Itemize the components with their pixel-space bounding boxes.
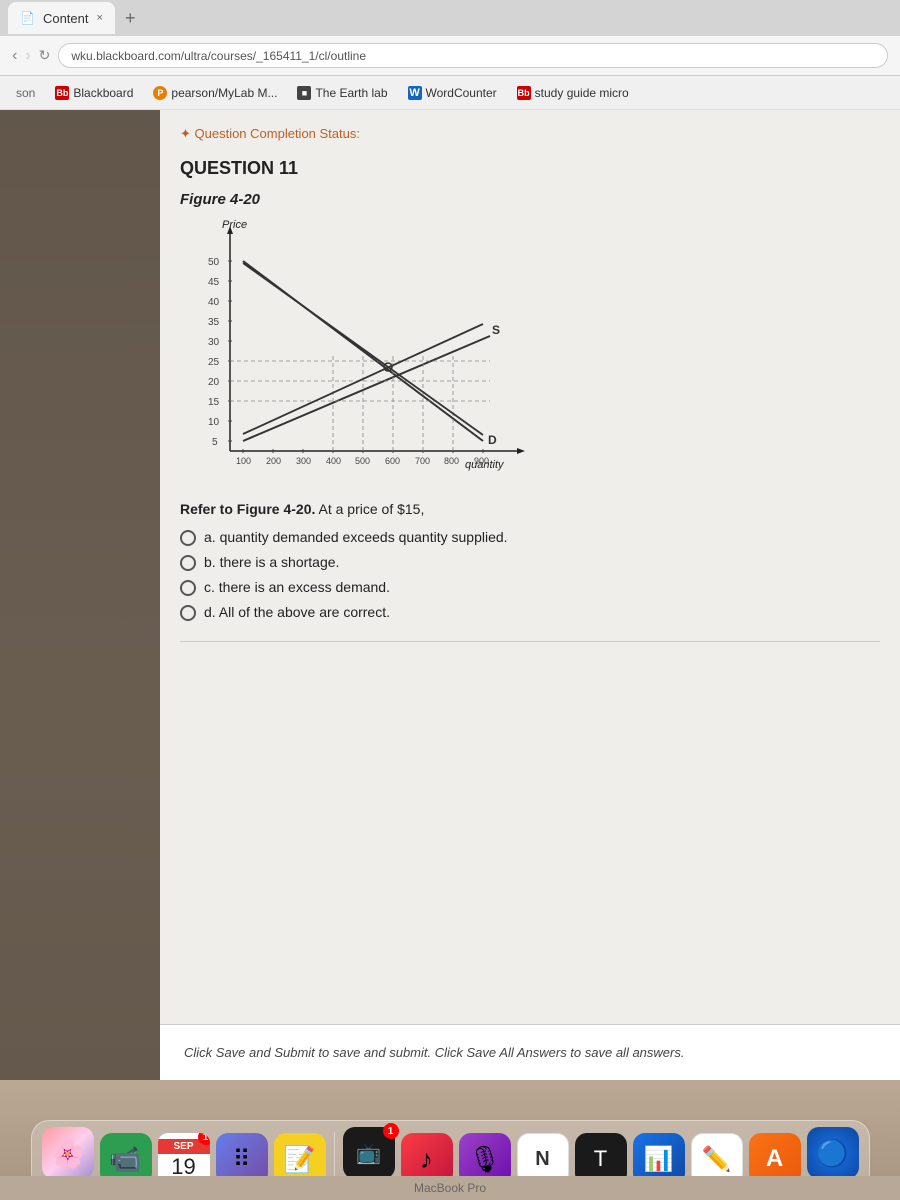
answer-option-b[interactable]: b. there is a shortage. [180,554,880,571]
bookmark-earthlab[interactable]: ■ The Earth lab [289,83,395,103]
main-panel: ✦ Question Completion Status: QUESTION 1… [160,110,900,1080]
answer-option-d[interactable]: d. All of the above are correct. [180,604,880,621]
answer-c-text: c. there is an excess demand. [204,579,390,595]
question-title: QUESTION 11 [180,158,880,179]
svg-text:700: 700 [415,456,430,466]
radio-c[interactable] [180,580,196,596]
forward-button[interactable]: › [25,47,30,65]
dock-separator [334,1132,335,1180]
active-tab[interactable]: 📄 Content × [8,2,115,34]
completion-status: ✦ Question Completion Status: [180,126,880,142]
supply-line-2 [243,324,483,434]
appletv-badge: 1 [383,1123,399,1139]
bookmark-pearson-label: pearson/MyLab M... [171,86,277,100]
submit-note-container: Click Save and Submit to save and submit… [160,1024,900,1080]
wordcounter-icon: W [408,86,422,100]
svg-text:5: 5 [212,437,218,448]
address-bar: ‹ › ↻ wku.blackboard.com/ultra/courses/_… [0,36,900,76]
bookmark-studyguide-label: study guide micro [535,86,629,100]
svg-text:600: 600 [385,456,400,466]
studyguide-icon: Bb [517,86,531,100]
bookmark-blackboard[interactable]: Bb Blackboard [47,83,141,103]
page-layout: ✦ Question Completion Status: QUESTION 1… [0,110,900,1080]
section-divider [180,641,880,642]
question-text: Refer to Figure 4-20. At a price of $15, [180,501,880,517]
s-label: S [492,323,500,337]
bookmark-son[interactable]: son [8,83,43,103]
bookmark-pearson[interactable]: P pearson/MyLab M... [145,83,285,103]
y-axis-label: Price [222,219,247,231]
bookmark-wordcounter-label: WordCounter [426,86,497,100]
bookmark-son-label: son [16,86,35,100]
svg-text:200: 200 [266,456,281,466]
swift-icon: A [766,1145,783,1173]
svg-text:400: 400 [326,456,341,466]
bookmark-studyguide[interactable]: Bb study guide micro [509,83,637,103]
bookmark-wordcounter[interactable]: W WordCounter [400,83,505,103]
question-text-bold: Refer to Figure 4-20. [180,501,315,517]
refresh-button[interactable]: ↻ [39,47,51,64]
svg-text:15: 15 [208,397,220,408]
macbook-label-bar: MacBook Pro [0,1176,900,1200]
facetime-icon: 📹 [109,1144,141,1175]
stocks-icon: T [594,1146,607,1172]
new-tab-button[interactable]: + [119,8,142,29]
radio-b[interactable] [180,555,196,571]
svg-text:20: 20 [208,377,220,388]
svg-text:10: 10 [208,417,220,428]
pearson-icon: P [153,86,167,100]
url-text: wku.blackboard.com/ultra/courses/_165411… [71,49,366,63]
appletv-icon: 📺 [356,1141,381,1166]
demand-line-2 [243,263,483,435]
bookmarks-bar: son Bb Blackboard P pearson/MyLab M... ■… [0,76,900,110]
barchart-icon: 📊 [644,1145,674,1174]
answer-a-text: a. quantity demanded exceeds quantity su… [204,529,508,545]
answer-option-c[interactable]: c. there is an excess demand. [180,579,880,596]
radio-d[interactable] [180,605,196,621]
bookmark-earthlab-label: The Earth lab [315,86,387,100]
safari-icon: 🔵 [816,1138,848,1169]
tab-label: Content [43,11,89,26]
tab-close-button[interactable]: × [97,12,103,24]
earthlab-icon: ■ [297,86,311,100]
completion-status-text: ✦ Question Completion Status: [180,126,360,142]
svg-text:800: 800 [444,456,459,466]
news-icon: N [535,1148,549,1171]
tab-favicon: 📄 [20,11,35,25]
svg-text:45: 45 [208,277,220,288]
radio-a[interactable] [180,530,196,546]
launchpad-icon: ⠿ [233,1145,251,1174]
svg-text:40: 40 [208,297,220,308]
svg-text:35: 35 [208,317,220,328]
photos-icon: 🌸 [50,1137,85,1170]
notes-icon: 📝 [283,1144,315,1175]
url-field[interactable]: wku.blackboard.com/ultra/courses/_165411… [58,43,888,68]
d-label: D [488,433,497,447]
answer-option-a[interactable]: a. quantity demanded exceeds quantity su… [180,529,880,546]
sidebar [0,110,160,1080]
figure-title: Figure 4-20 [180,191,880,208]
svg-text:100: 100 [236,456,251,466]
bookmark-blackboard-label: Blackboard [73,86,133,100]
svg-text:300: 300 [296,456,311,466]
svg-text:25: 25 [208,357,220,368]
blackboard-icon: Bb [55,86,69,100]
submit-note-text: Click Save and Submit to save and submit… [184,1045,876,1060]
svg-text:50: 50 [208,257,220,268]
answer-b-text: b. there is a shortage. [204,554,339,570]
graph-container: Price quantity 5 10 15 20 [180,216,880,481]
podcasts-icon: 🎙 [468,1144,501,1175]
svg-text:30: 30 [208,337,220,348]
answer-d-text: d. All of the above are correct. [204,604,390,620]
svg-text:500: 500 [355,456,370,466]
music-icon: ♪ [420,1144,433,1175]
back-button[interactable]: ‹ [12,47,17,65]
macbook-label-text: MacBook Pro [414,1181,486,1195]
pencil-icon: ✏️ [702,1145,732,1174]
supply-demand-graph: Price quantity 5 10 15 20 [180,216,540,476]
question-text-rest: At a price of $15, [319,501,425,517]
svg-text:900: 900 [474,456,489,466]
